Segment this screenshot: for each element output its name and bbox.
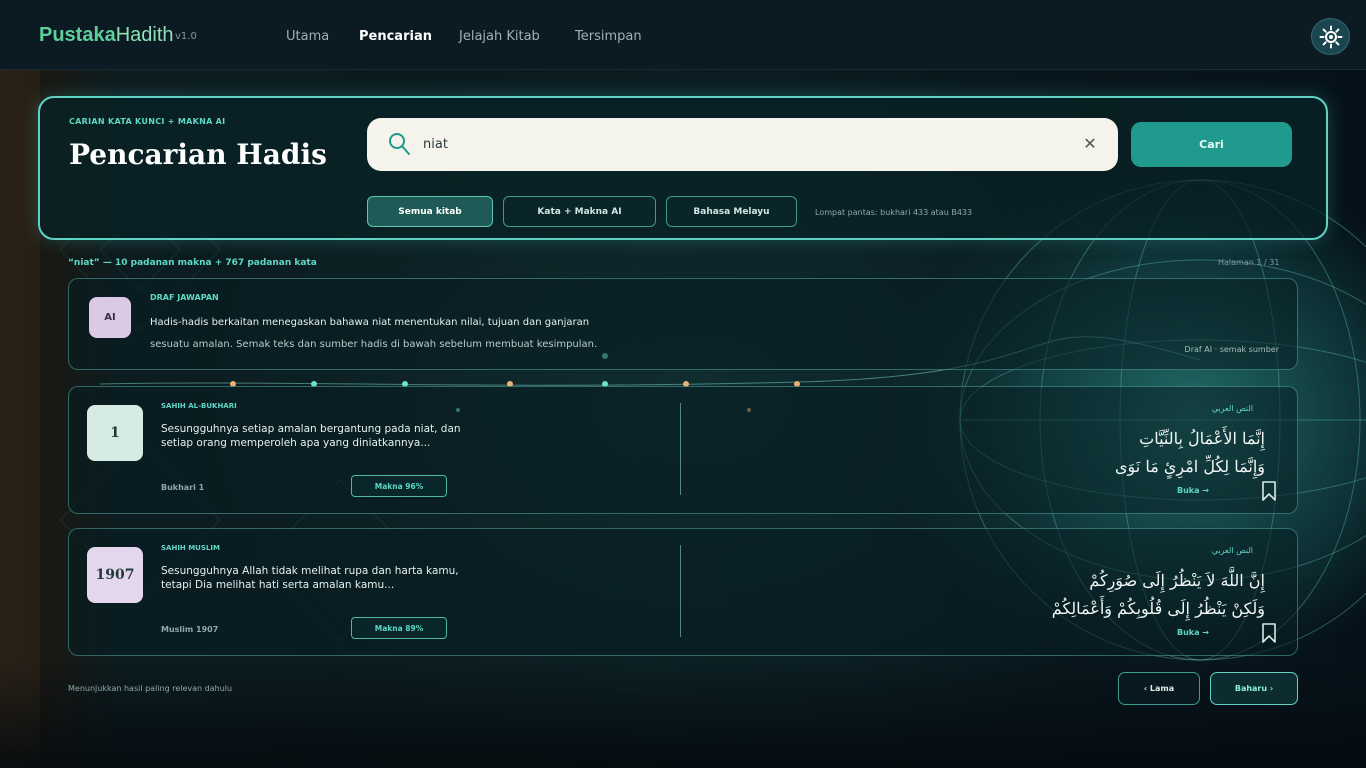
ai-draft-line1: Hadis-hadis berkaitan menegaskan bahawa … — [150, 317, 590, 328]
makna-score-badge: Makna 89% — [351, 617, 447, 639]
search-panel: CARIAN KATA KUNCI + MAKNA AI Pencarian H… — [38, 96, 1328, 240]
hadith-source: SAHIH MUSLIM — [161, 544, 220, 552]
ai-draft-kicker: DRAF JAWAPAN — [150, 293, 219, 302]
divider — [680, 545, 681, 637]
next-page-button[interactable]: Baharu › — [1210, 672, 1298, 705]
filter-kata-makna-ai[interactable]: Kata + Makna AI — [503, 196, 656, 227]
brand-name-part1: Pustaka — [39, 24, 116, 46]
arabic-text: إِنَّ اللَّهَ لاَ يَنْظُرُ إِلَى صُوَرِك… — [845, 567, 1265, 623]
ai-draft-card: AI DRAF JAWAPAN Hadis-hadis berkaitan me… — [68, 278, 1298, 370]
arabic-text-label: النص العربي — [1211, 546, 1253, 555]
search-input[interactable] — [423, 128, 1063, 160]
hadith-reference: Bukhari 1 — [161, 483, 205, 492]
hadith-card[interactable]: 1 SAHIH AL-BUKHARI Sesungguhnya setiap a… — [68, 386, 1298, 514]
prev-page-button[interactable]: ‹ Lama — [1118, 672, 1200, 705]
hadith-reference: Muslim 1907 — [161, 625, 219, 634]
nav-item-pencarian[interactable]: Pencarian — [359, 29, 432, 44]
hadith-card[interactable]: 1907 SAHIH MUSLIM Sesungguhnya Allah tid… — [68, 528, 1298, 656]
ai-badge: AI — [89, 297, 131, 338]
open-hadith-link[interactable]: Buka → — [1177, 628, 1209, 637]
hadith-number-badge: 1 — [87, 405, 143, 461]
nav-item-tersimpan[interactable]: Tersimpan — [575, 29, 642, 44]
page-indicator: Halaman 1 / 31 — [1218, 258, 1280, 267]
ai-draft-note: Draf AI · semak sumber — [1184, 345, 1279, 354]
makna-score-badge: Makna 96% — [351, 475, 447, 497]
arabic-line2: وَإِنَّمَا لِكُلِّ امْرِئٍ مَا نَوَى — [1115, 457, 1265, 476]
filter-bahasa-melayu[interactable]: Bahasa Melayu — [666, 196, 797, 227]
arabic-line1: إِنَّ اللَّهَ لاَ يَنْظُرُ إِلَى صُوَرِك… — [1089, 571, 1265, 590]
brand-name-part2: Hadith — [115, 24, 174, 46]
gear-icon — [1319, 25, 1342, 48]
clear-search-button[interactable]: ✕ — [1080, 134, 1100, 154]
ai-draft-line2: sesuatu amalan. Semak teks dan sumber ha… — [150, 339, 598, 350]
brand-logo[interactable]: PustakaHadith — [39, 24, 174, 47]
hadith-translation: Sesungguhnya Allah tidak melihat rupa da… — [161, 565, 459, 591]
nav-item-utama[interactable]: Utama — [286, 29, 329, 44]
bookmark-icon[interactable] — [1261, 481, 1277, 501]
arabic-text-label: النص العربي — [1211, 404, 1253, 413]
hadith-number-badge: 1907 — [87, 547, 143, 603]
search-kicker: CARIAN KATA KUNCI + MAKNA AI — [69, 117, 226, 126]
jump-hint: Lompat pantas: bukhari 433 atau B433 — [815, 208, 973, 217]
nav-item-jelajah-kitab[interactable]: Jelajah Kitab — [459, 29, 540, 44]
search-icon — [389, 133, 410, 155]
page-title: Pencarian Hadis — [69, 138, 327, 171]
arabic-line1: إِنَّمَا الأَعْمَالُ بِالنِّيَّاتِ — [1139, 429, 1265, 448]
bookmark-icon[interactable] — [1261, 623, 1277, 643]
arabic-text: إِنَّمَا الأَعْمَالُ بِالنِّيَّاتِ وَإِن… — [845, 425, 1265, 481]
top-navbar: PustakaHadith v1.0 Utama Pencarian Jelaj… — [0, 0, 1366, 70]
divider — [680, 403, 681, 495]
version-label: v1.0 — [175, 31, 197, 42]
relevance-note: Menunjukkan hasil paling relevan dahulu — [68, 684, 233, 693]
ai-draft-text: Hadis-hadis berkaitan menegaskan bahawa … — [150, 312, 630, 356]
arabic-line2: وَلَكِنْ يَنْظُرُ إِلَى قُلُوبِكُمْ وَأَ… — [1051, 599, 1265, 618]
search-box: ✕ — [367, 118, 1118, 171]
hadith-source: SAHIH AL-BUKHARI — [161, 402, 237, 410]
theme-toggle-button[interactable] — [1311, 18, 1350, 55]
hadith-translation: Sesungguhnya setiap amalan bergantung pa… — [161, 423, 461, 449]
open-hadith-link[interactable]: Buka → — [1177, 486, 1209, 495]
search-submit-button[interactable]: Cari — [1131, 122, 1292, 167]
result-summary: “niat” — 10 padanan makna + 767 padanan … — [68, 258, 317, 268]
filter-semua-kitab[interactable]: Semua kitab — [367, 196, 493, 227]
